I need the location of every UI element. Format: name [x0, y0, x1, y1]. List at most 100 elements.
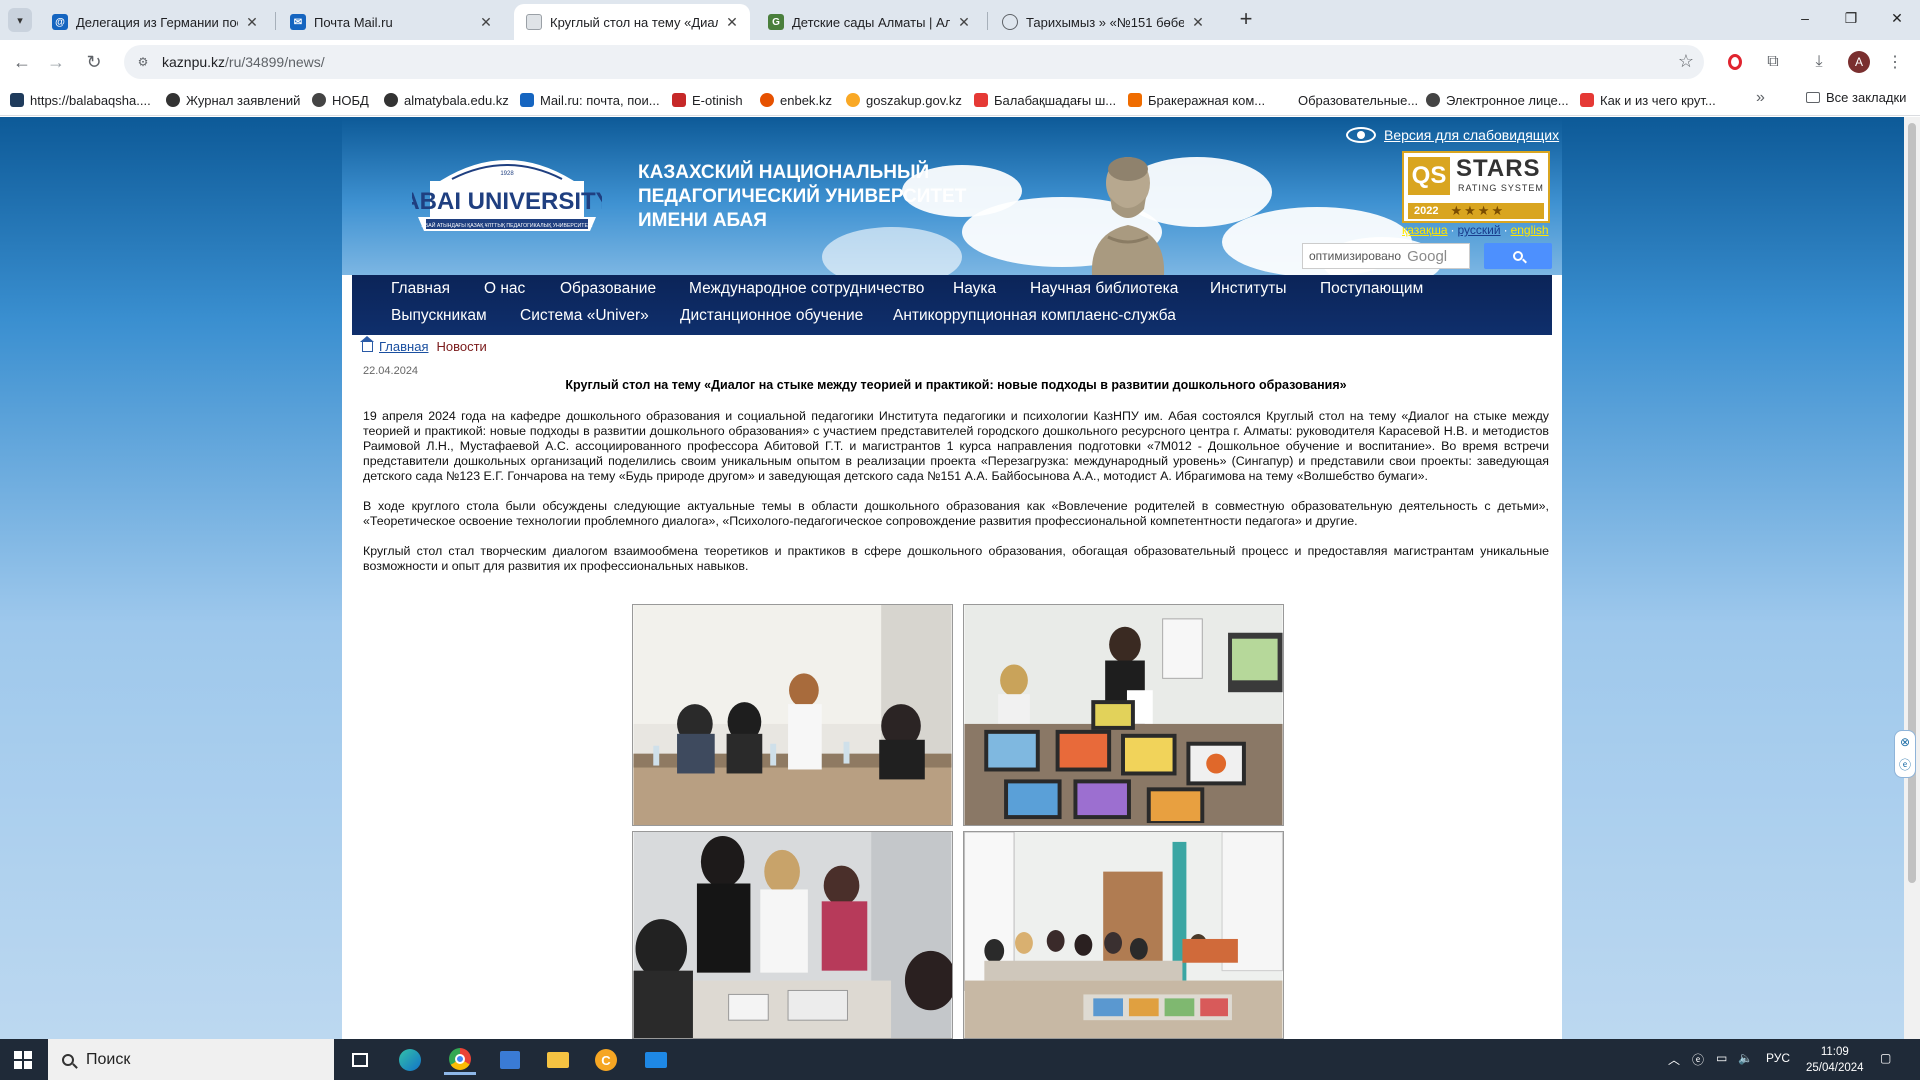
close-icon[interactable]: ✕	[244, 14, 260, 31]
eye-icon	[1346, 127, 1376, 143]
close-icon[interactable]: ✕	[478, 14, 494, 31]
tab-delegation[interactable]: @ Делегация из Германии посе ✕	[40, 4, 270, 40]
profile-avatar[interactable]: A	[1846, 49, 1872, 75]
extensions-icon[interactable]: ⧉	[1760, 49, 1786, 75]
bookmark-label: Электронное лице...	[1446, 92, 1569, 108]
edge-icon[interactable]	[394, 1045, 426, 1075]
site-search-button[interactable]	[1484, 243, 1552, 269]
bookmark-item[interactable]: enbek.kz	[760, 90, 832, 110]
opera-extension-icon[interactable]	[1722, 49, 1748, 75]
close-window-button[interactable]: ✕	[1874, 0, 1920, 36]
lang-kazakh-link[interactable]: қазақша	[1402, 223, 1448, 237]
google-brand-text: Googl	[1407, 247, 1448, 265]
restore-button[interactable]: ❐	[1828, 0, 1874, 36]
close-icon[interactable]: ✕	[724, 14, 740, 31]
forward-button[interactable]: →	[42, 48, 70, 76]
start-button[interactable]	[14, 1051, 32, 1069]
event-photo[interactable]	[963, 604, 1284, 826]
qs-logo: QS	[1408, 157, 1450, 195]
event-photo[interactable]	[632, 604, 953, 826]
page-viewport: ABAI UNIVERSITY 1928 АБАЙ АТЫНДАҒЫ ҚАЗАҚ…	[0, 117, 1904, 1039]
lang-russian-link[interactable]: русский	[1458, 223, 1501, 237]
bookmark-item[interactable]: almatybala.edu.kz	[384, 90, 509, 110]
taskbar-search[interactable]: Поиск	[48, 1039, 334, 1080]
close-icon[interactable]: ✕	[1190, 14, 1206, 31]
bookmarks-overflow-icon[interactable]: »	[1756, 89, 1765, 107]
nav-institutes[interactable]: Институты	[1210, 280, 1286, 298]
tray-expand-icon[interactable]: ︿	[1668, 1051, 1680, 1068]
reload-button[interactable]: ↻	[80, 48, 108, 76]
nav-applicants[interactable]: Поступающим	[1320, 280, 1423, 298]
nav-graduates[interactable]: Выпускникам	[391, 307, 487, 325]
volume-icon[interactable]: 🔈	[1738, 1051, 1753, 1065]
back-button[interactable]: ←	[8, 48, 36, 76]
nav-international[interactable]: Международное сотрудничество	[689, 280, 924, 298]
input-language[interactable]: РУС	[1766, 1051, 1790, 1065]
store-icon[interactable]	[494, 1045, 526, 1075]
minimize-button[interactable]: –	[1782, 0, 1828, 36]
bookmark-item[interactable]: goszakup.gov.kz	[846, 90, 962, 110]
article-paragraph: В ходе круглого стола были обсуждены сле…	[363, 499, 1549, 528]
bookmark-item[interactable]: Как и из чего крут...	[1580, 90, 1716, 110]
tab-title: Круглый стол на тему «Диалог	[550, 14, 718, 30]
bookmark-item[interactable]: Mail.ru: почта, пои...	[520, 90, 660, 110]
vertical-scrollbar[interactable]	[1904, 117, 1920, 1039]
bookmark-item[interactable]: НОБД	[312, 90, 369, 110]
task-view-icon[interactable]	[344, 1045, 376, 1075]
bookmark-item[interactable]: Журнал заявлений	[166, 90, 300, 110]
breadcrumb-home-link[interactable]: Главная	[379, 339, 428, 354]
system-clock[interactable]: 11:09 25/04/2024	[1806, 1044, 1864, 1076]
app-c-icon[interactable]: C	[590, 1045, 622, 1075]
close-icon[interactable]: ✕	[956, 14, 972, 31]
site-header: ABAI UNIVERSITY 1928 АБАЙ АТЫНДАҒЫ ҚАЗАҚ…	[342, 117, 1562, 275]
bookmark-item[interactable]: Бракеражная ком...	[1128, 90, 1265, 110]
site-search-input[interactable]: оптимизировано Googl	[1302, 243, 1470, 269]
bookmark-item[interactable]: E-otinish	[672, 90, 743, 110]
new-tab-button[interactable]: +	[1232, 6, 1260, 34]
bookmark-favicon-icon	[672, 93, 686, 107]
mail-icon[interactable]	[640, 1045, 672, 1075]
download-icon[interactable]: ⤓	[1806, 49, 1832, 75]
tab-search-icon[interactable]: ▾	[8, 8, 32, 32]
nav-univer[interactable]: Система «Univer»	[520, 307, 649, 325]
lang-english-link[interactable]: english	[1511, 223, 1549, 237]
menu-icon[interactable]: ⋮	[1882, 49, 1908, 75]
bookmark-item[interactable]: Образовательные...	[1298, 90, 1418, 110]
logo-subtitle: АБАЙ АТЫНДАҒЫ ҚАЗАҚ ҰЛТТЫҚ ПЕДАГОГИКАЛЫҚ…	[421, 221, 592, 229]
bookmark-star-icon[interactable]: ☆	[1678, 51, 1694, 72]
tab-kindergartens[interactable]: G Детские сады Алматы | Алма ✕	[756, 4, 982, 40]
network-icon[interactable]: ▭	[1716, 1051, 1727, 1065]
breadcrumb-current: Новости	[436, 339, 487, 354]
nav-anticorruption[interactable]: Антикоррупционная комплаенс-служба	[893, 307, 1176, 325]
qs-stars-badge[interactable]: QS STARS RATING SYSTEM 2022 ★★★★	[1402, 151, 1550, 223]
chrome-icon[interactable]	[444, 1045, 476, 1075]
tab-mail[interactable]: ✉ Почта Mail.ru ✕	[278, 4, 504, 40]
qs-year-bar: 2022 ★★★★	[1408, 203, 1544, 219]
nav-library[interactable]: Научная библиотека	[1030, 280, 1178, 298]
abai-university-logo[interactable]: ABAI UNIVERSITY 1928 АБАЙ АТЫНДАҒЫ ҚАЗАҚ…	[412, 147, 602, 243]
nav-education[interactable]: Образование	[560, 280, 656, 298]
close-icon[interactable]: ⊗	[1900, 735, 1910, 749]
tab-history[interactable]: Тарихымыз » «№151 бөбекжа ✕	[990, 4, 1216, 40]
bookmark-item[interactable]: https://balabaqsha....	[10, 90, 151, 110]
event-photo[interactable]	[963, 831, 1284, 1039]
nav-distance[interactable]: Дистанционное обучение	[680, 307, 863, 325]
event-photo[interactable]	[632, 831, 953, 1039]
tray-app-icon[interactable]: ⓔ	[1692, 1051, 1704, 1068]
breadcrumb: Главная Новости	[360, 335, 487, 354]
low-vision-version-link[interactable]: Версия для слабовидящих	[1346, 127, 1559, 143]
file-explorer-icon[interactable]	[542, 1045, 574, 1075]
all-bookmarks-button[interactable]: Все закладки	[1806, 90, 1906, 105]
bookmark-item[interactable]: Балабақшадағы ш...	[974, 90, 1116, 110]
bookmark-item[interactable]: Электронное лице...	[1426, 90, 1569, 110]
widget-icon[interactable]: ⓔ	[1899, 756, 1911, 773]
address-bar[interactable]: ⚙ kaznpu.kz/ru/34899/news/ ☆	[124, 45, 1704, 79]
university-name-line: ПЕДАГОГИЧЕСКИЙ УНИВЕРСИТЕТ	[638, 186, 967, 207]
nav-about[interactable]: О нас	[484, 280, 525, 298]
notifications-icon[interactable]: ▢	[1880, 1051, 1891, 1065]
tab-round-table[interactable]: Круглый стол на тему «Диалог ✕	[514, 4, 750, 40]
site-info-icon[interactable]: ⚙	[134, 55, 152, 69]
nav-science[interactable]: Наука	[953, 280, 996, 298]
nav-home[interactable]: Главная	[391, 280, 450, 298]
side-widget[interactable]: ⊗ ⓔ	[1894, 730, 1916, 778]
